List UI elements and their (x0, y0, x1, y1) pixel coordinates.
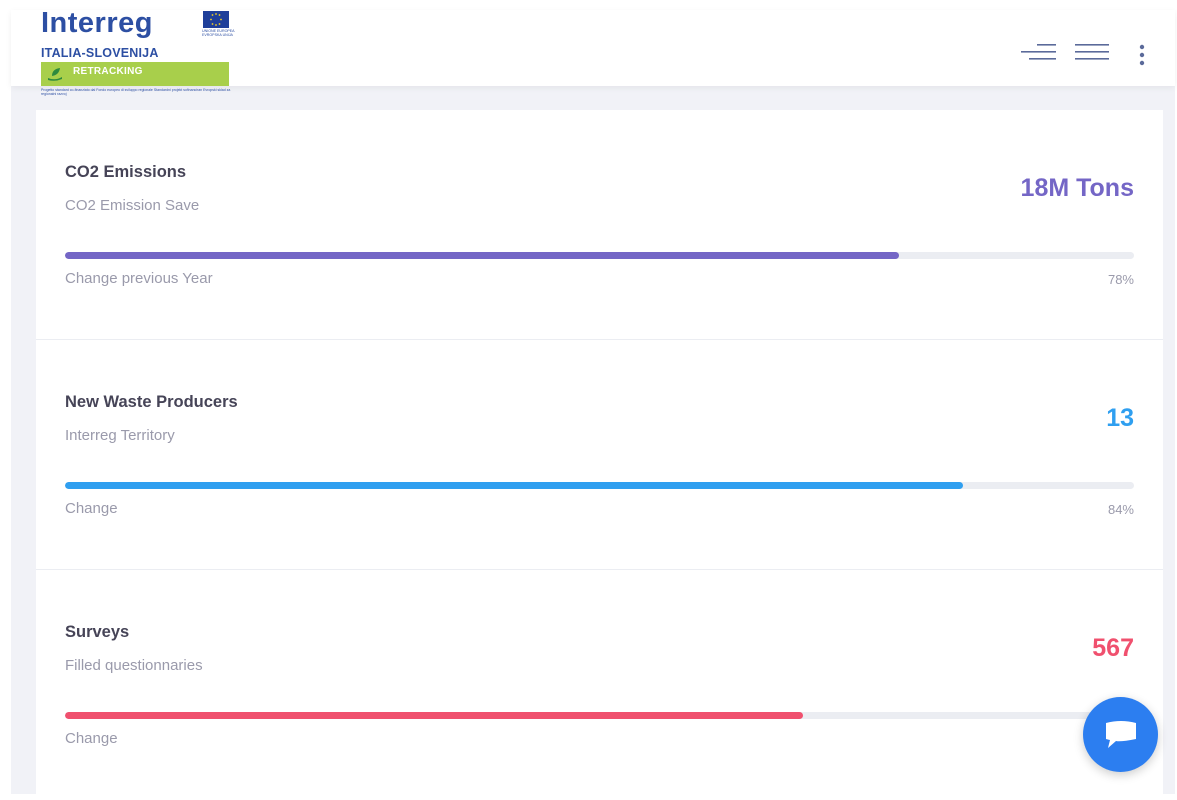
change-percent: 84% (1107, 502, 1134, 517)
stat-value: 567 (1092, 634, 1134, 662)
stat-new-waste-producers: New Waste Producers Interreg Territory 1… (36, 340, 1163, 570)
progress-bar (65, 482, 1134, 489)
logo-fine-print: Progetto standard co-finanziato dal Fond… (41, 88, 231, 96)
logo-subtitle: ITALIA-SLOVENIJA (41, 46, 159, 60)
progress-bar (65, 712, 1134, 719)
top-header: Interreg UNIONE EUROPEA EVROPSKA UNIJA I… (11, 7, 1175, 96)
stat-co2-emissions: CO2 Emissions CO2 Emission Save 18M Tons… (36, 110, 1163, 340)
retracking-label: RETRACKING (73, 66, 143, 77)
stat-description: Interreg Territory (65, 427, 175, 444)
chat-bubble-icon (1106, 721, 1136, 748)
menu-right-align-icon[interactable] (1021, 43, 1057, 67)
leaf-hand-icon (48, 68, 62, 81)
stat-description: Filled questionnaries (65, 657, 203, 674)
stat-value: 18M Tons (1020, 174, 1134, 202)
eu-text: UNIONE EUROPEA EVROPSKA UNIJA (202, 29, 235, 37)
change-label: Change (65, 500, 118, 517)
logo-word: Interreg (41, 7, 153, 39)
progress-fill (65, 252, 899, 259)
stats-card: CO2 Emissions CO2 Emission Save 18M Tons… (36, 110, 1163, 800)
eu-flag-icon (203, 11, 229, 28)
interreg-logo[interactable]: Interreg UNIONE EUROPEA EVROPSKA UNIJA I… (41, 7, 241, 100)
hamburger-menu-icon[interactable] (1075, 43, 1111, 67)
stat-title: Surveys (65, 623, 130, 641)
change-label: Change previous Year (65, 270, 213, 287)
stat-description: CO2 Emission Save (65, 197, 200, 214)
retracking-banner: RETRACKING (41, 62, 229, 86)
chat-button[interactable] (1083, 697, 1158, 772)
progress-fill (65, 712, 803, 719)
progress-bar (65, 252, 1134, 259)
change-percent: 78% (1107, 272, 1134, 287)
progress-fill (65, 482, 963, 489)
kebab-menu-icon[interactable] (1135, 44, 1149, 68)
stat-value: 13 (1106, 404, 1134, 432)
stat-title: CO2 Emissions (65, 163, 187, 181)
stat-surveys: Surveys Filled questionnaries 567 Change (36, 570, 1163, 799)
change-label: Change (65, 730, 118, 747)
stat-title: New Waste Producers (65, 393, 238, 411)
